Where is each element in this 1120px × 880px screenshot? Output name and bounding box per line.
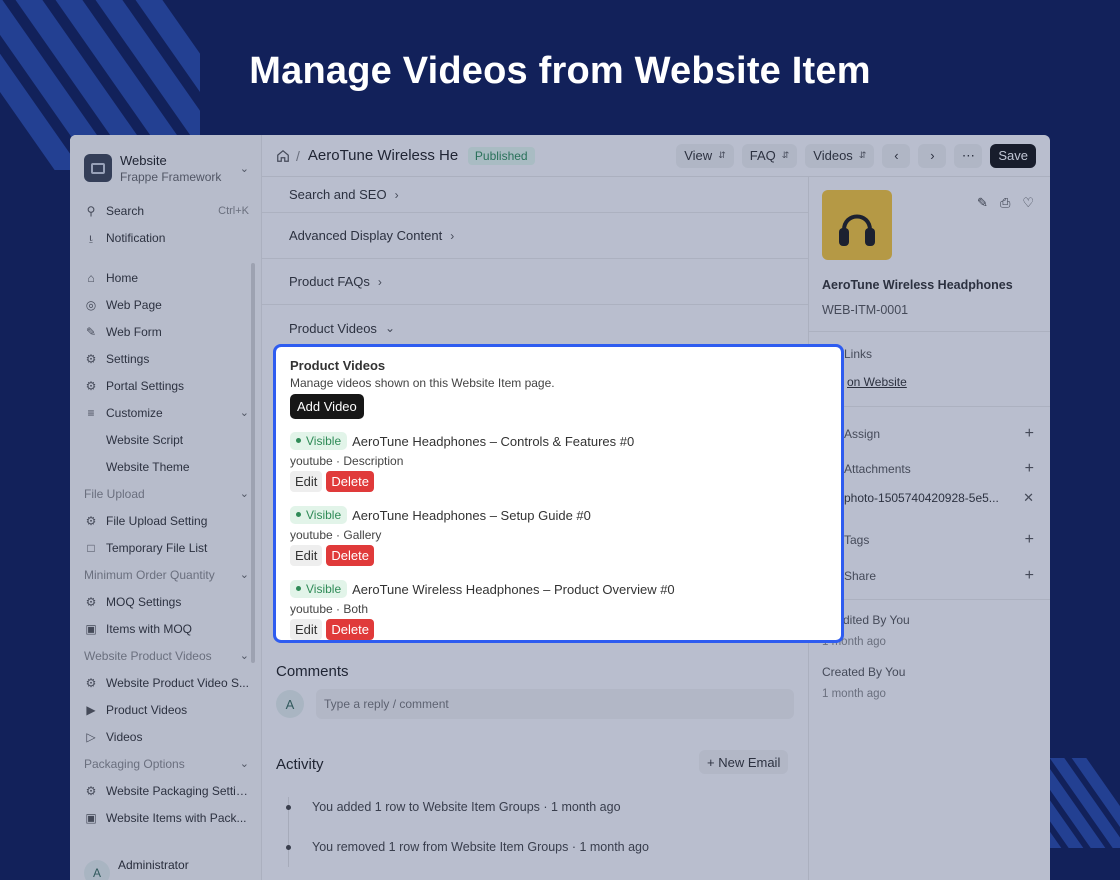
dialog-title: Product Videos bbox=[290, 358, 386, 373]
edit-button[interactable]: Edit bbox=[290, 619, 323, 640]
status-text: Visible bbox=[306, 582, 342, 596]
edit-button[interactable]: Edit bbox=[290, 471, 323, 492]
page-headline: Manage Videos from Website Item bbox=[249, 50, 871, 92]
product-videos-dialog: Product Videos Manage videos shown on th… bbox=[273, 344, 844, 643]
add-video-button[interactable]: Add Video bbox=[290, 394, 364, 419]
status-badge: Visible bbox=[290, 580, 348, 598]
delete-button[interactable]: Delete bbox=[326, 545, 374, 566]
video-meta: youtube · Both bbox=[290, 602, 369, 616]
dialog-subtitle: Manage videos shown on this Website Item… bbox=[290, 376, 555, 390]
list-item: Visible AeroTune Wireless Headphones – Pr… bbox=[290, 580, 827, 640]
status-text: Visible bbox=[306, 508, 342, 522]
status-text: Visible bbox=[306, 434, 342, 448]
edit-button[interactable]: Edit bbox=[290, 545, 323, 566]
delete-button[interactable]: Delete bbox=[326, 471, 374, 492]
video-meta: youtube · Gallery bbox=[290, 528, 382, 542]
status-badge: Visible bbox=[290, 432, 348, 450]
status-badge: Visible bbox=[290, 506, 348, 524]
list-item: Visible AeroTune Headphones – Controls & … bbox=[290, 432, 827, 492]
list-item: Visible AeroTune Headphones – Setup Guide… bbox=[290, 506, 827, 566]
video-list: Visible AeroTune Headphones – Controls & … bbox=[290, 432, 827, 640]
delete-button[interactable]: Delete bbox=[326, 619, 374, 640]
video-title: AeroTune Headphones – Setup Guide #0 bbox=[352, 507, 591, 523]
video-title: AeroTune Headphones – Controls & Feature… bbox=[352, 433, 635, 449]
video-meta: youtube · Description bbox=[290, 454, 404, 468]
video-title: AeroTune Wireless Headphones – Product O… bbox=[352, 581, 675, 597]
